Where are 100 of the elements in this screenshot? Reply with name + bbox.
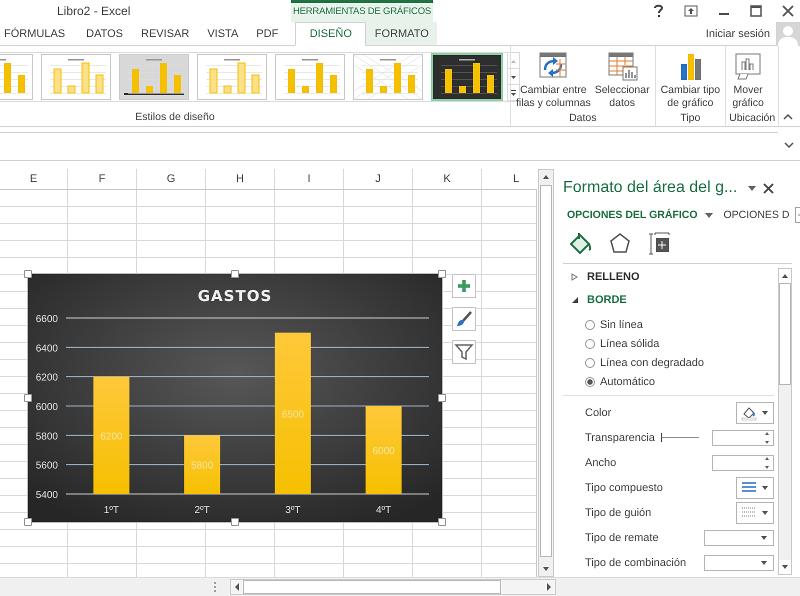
- radio-label[interactable]: Línea con degradado: [600, 357, 704, 369]
- radio-label[interactable]: Sin línea: [600, 319, 643, 331]
- spinner-icon[interactable]: [764, 430, 770, 444]
- resize-handle[interactable]: [24, 518, 32, 526]
- maximize-icon[interactable]: [750, 5, 762, 17]
- ribbon-tab[interactable]: VISTA: [198, 22, 248, 45]
- group-label: Datos: [568, 111, 598, 126]
- section-header[interactable]: BORDE: [587, 294, 627, 306]
- spin-field[interactable]: [712, 454, 774, 470]
- expanded-icon[interactable]: [571, 296, 579, 304]
- radio-button[interactable]: [585, 339, 595, 349]
- radio-label[interactable]: Línea sólida: [600, 338, 660, 350]
- resize-handle[interactable]: [24, 270, 32, 278]
- property-label: Transparencia: [585, 432, 655, 444]
- group-label: Tipo: [679, 111, 702, 126]
- ribbon-tab[interactable]: DATOS: [77, 22, 132, 45]
- column-header[interactable]: J: [344, 169, 413, 189]
- pane-tab[interactable]: OPCIONES D: [720, 209, 790, 221]
- close-icon[interactable]: [782, 5, 794, 17]
- resize-handle[interactable]: [438, 518, 446, 526]
- ribbon-tab[interactable]: DISEÑO: [295, 22, 366, 46]
- line-style-dropdown[interactable]: [736, 476, 774, 498]
- close-icon[interactable]: [763, 182, 774, 194]
- chart-style-thumbnail[interactable]: [119, 54, 189, 100]
- chart-title: GASTOS: [198, 287, 272, 305]
- column-header[interactable]: E: [0, 169, 68, 189]
- contextual-header: HERRAMIENTAS DE GRÁFICOS: [291, 0, 433, 22]
- color-picker[interactable]: [736, 402, 774, 424]
- column-header[interactable]: F: [68, 169, 137, 189]
- scroll-down-icon[interactable]: [779, 560, 791, 574]
- help-icon[interactable]: [652, 4, 664, 18]
- radio-button[interactable]: [585, 377, 595, 387]
- scrollbar-thumb[interactable]: [779, 283, 791, 385]
- window-title: Libro2 - Excel: [57, 3, 132, 20]
- radio-button[interactable]: [585, 358, 595, 368]
- add-element-icon[interactable]: [452, 274, 476, 298]
- column-header[interactable]: H: [206, 169, 275, 189]
- dropdown-field[interactable]: [704, 554, 774, 570]
- collapse-ribbon-icon[interactable]: [783, 113, 793, 121]
- axis-tick-label: 5600: [36, 460, 58, 472]
- group-label: Ubicación: [729, 111, 776, 126]
- spinner-icon[interactable]: [764, 456, 770, 470]
- ribbon-button[interactable]: Seleccionar datos: [592, 50, 652, 110]
- resize-handle[interactable]: [24, 394, 32, 402]
- dropdown-icon[interactable]: [704, 211, 714, 219]
- data-label: 6200: [100, 431, 122, 442]
- caret-icon: [760, 560, 768, 566]
- chart-style-thumbnail[interactable]: [197, 54, 267, 100]
- chart-style-thumbnail[interactable]: [275, 54, 345, 100]
- ribbon-button[interactable]: Mover gráfico: [729, 50, 768, 110]
- collapsed-icon[interactable]: [571, 272, 579, 280]
- pane-title: Formato del área del g...: [563, 179, 738, 197]
- scrollbar-thumb[interactable]: [540, 185, 552, 557]
- ribbon-tab[interactable]: PDF: [247, 22, 296, 45]
- chart-style-thumbnail[interactable]: [431, 53, 503, 101]
- dropdown-field[interactable]: [704, 530, 774, 546]
- filter-icon[interactable]: [452, 340, 476, 364]
- group-label: Estilos de diseño: [134, 110, 216, 125]
- resize-handle[interactable]: [438, 270, 446, 278]
- caret-icon: [760, 534, 768, 540]
- ribbon-button[interactable]: Cambiar entre filas y columnas: [514, 50, 593, 110]
- axis-tick-label: 5400: [36, 490, 58, 501]
- property-label: Tipo de combinación: [585, 556, 686, 568]
- resize-handle[interactable]: [438, 394, 446, 402]
- ribbon-tab[interactable]: FÓRMULAS: [0, 22, 78, 45]
- radio-button[interactable]: [585, 320, 595, 330]
- spin-field[interactable]: [712, 430, 774, 446]
- line-style-dropdown[interactable]: [736, 502, 774, 524]
- property-label: Tipo de guión: [585, 506, 652, 518]
- chart-area[interactable]: GASTOS 5400 5600 5800 6000 6200 6400 6600 6200 1ºT 5800 2ºT 6500 3ºT 6000 4ºT: [27, 273, 443, 523]
- category-label: 1ºT: [104, 505, 120, 516]
- column-header[interactable]: K: [413, 169, 482, 189]
- section-header[interactable]: RELLENO: [587, 270, 640, 282]
- data-label: 6500: [282, 409, 304, 420]
- chart-style-thumbnail[interactable]: [41, 54, 111, 100]
- chart-style-thumbnail[interactable]: [353, 54, 423, 100]
- ribbon-display-icon[interactable]: [684, 5, 698, 17]
- scrollbar-thumb[interactable]: [243, 580, 501, 594]
- category-label: 4ºT: [376, 505, 392, 516]
- radio-label[interactable]: Automático: [600, 376, 656, 388]
- dropdown-icon[interactable]: [747, 184, 758, 192]
- splitter-icon[interactable]: [213, 581, 217, 593]
- resize-handle[interactable]: [231, 518, 239, 526]
- column-header[interactable]: I: [275, 169, 344, 189]
- bar[interactable]: [184, 435, 220, 494]
- property-label: Tipo de remate: [585, 532, 659, 544]
- scroll-up-icon[interactable]: [779, 269, 791, 283]
- column-header[interactable]: G: [137, 169, 206, 189]
- pane-tab[interactable]: OPCIONES DEL GRÁFICO: [563, 209, 698, 221]
- property-label: Color: [585, 406, 612, 418]
- ribbon-button[interactable]: Cambiar tipo de gráfico: [658, 50, 722, 110]
- category-label: 3ºT: [285, 505, 301, 516]
- ribbon-tab[interactable]: FORMATO: [366, 22, 438, 45]
- brush-icon[interactable]: [452, 307, 476, 331]
- caret-icon: [761, 510, 769, 516]
- paint-bucket-icon[interactable]: [567, 231, 593, 257]
- sign-in-link[interactable]: Iniciar sesión: [706, 28, 770, 40]
- resize-handle[interactable]: [231, 270, 239, 278]
- ribbon-tab[interactable]: REVISAR: [132, 22, 198, 45]
- axis-tick-label: 6000: [36, 402, 58, 413]
